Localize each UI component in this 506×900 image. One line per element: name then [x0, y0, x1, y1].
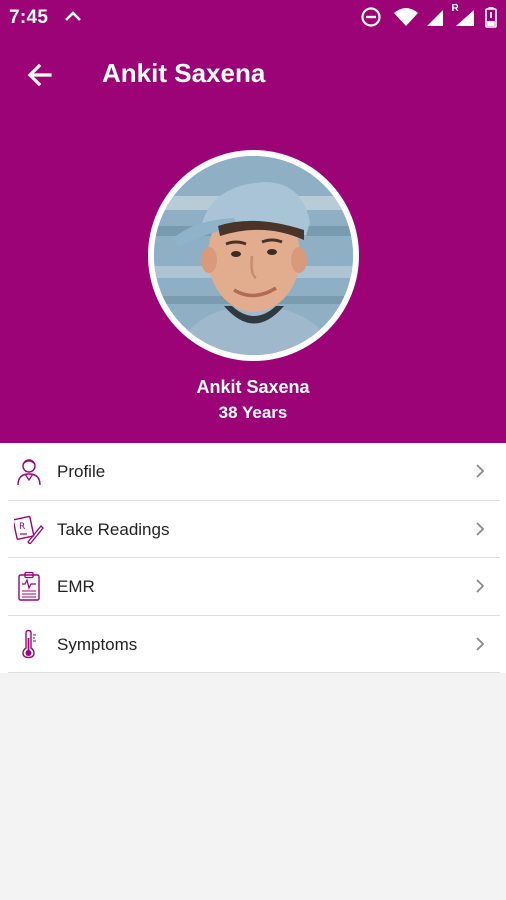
- status-time: 7:45: [9, 7, 49, 28]
- menu-item-label: Symptoms: [57, 634, 138, 654]
- menu-item-label: Profile: [57, 462, 106, 481]
- profile-name: Ankit Saxena: [196, 377, 310, 397]
- avatar[interactable]: [148, 150, 359, 361]
- wifi-icon: [393, 8, 418, 26]
- profile-header: 7:45 R Ankit Saxena Ankit Saxena 38 Year…: [0, 0, 506, 443]
- signal-icon: [427, 10, 444, 26]
- signal-roaming-icon: R: [451, 3, 476, 28]
- clipboard-icon: [14, 571, 44, 601]
- user-icon: [14, 456, 44, 486]
- chevron-right-icon: [474, 636, 486, 652]
- battery-low-icon: [485, 7, 497, 28]
- page-title: Ankit Saxena: [102, 58, 266, 88]
- chevron-right-icon: [474, 463, 486, 479]
- menu-list: Profile R Take Readings EMR Symptoms: [0, 443, 506, 673]
- menu-item-symptoms[interactable]: Symptoms: [0, 616, 506, 674]
- menu-item-take-readings[interactable]: R Take Readings: [0, 501, 506, 559]
- svg-text:R: R: [19, 522, 25, 532]
- status-icons: R: [360, 3, 498, 28]
- arrow-left-icon: [27, 63, 52, 87]
- chevron-right-icon: [474, 578, 486, 594]
- profile-age: 38 Years: [218, 403, 288, 422]
- roaming-label: R: [451, 3, 459, 14]
- do-not-disturb-icon: [361, 7, 381, 27]
- menu-item-emr[interactable]: EMR: [0, 558, 506, 616]
- chevron-right-icon: [474, 521, 486, 537]
- thermometer-icon: [14, 629, 44, 659]
- back-button[interactable]: [22, 57, 58, 93]
- status-bar: 7:45 R: [0, 0, 506, 36]
- prescription-icon: R: [12, 514, 44, 545]
- chevron-up-icon: [63, 9, 83, 28]
- menu-item-label: Take Readings: [57, 519, 170, 539]
- menu-item-profile[interactable]: Profile: [0, 443, 506, 501]
- menu-item-label: EMR: [57, 577, 95, 596]
